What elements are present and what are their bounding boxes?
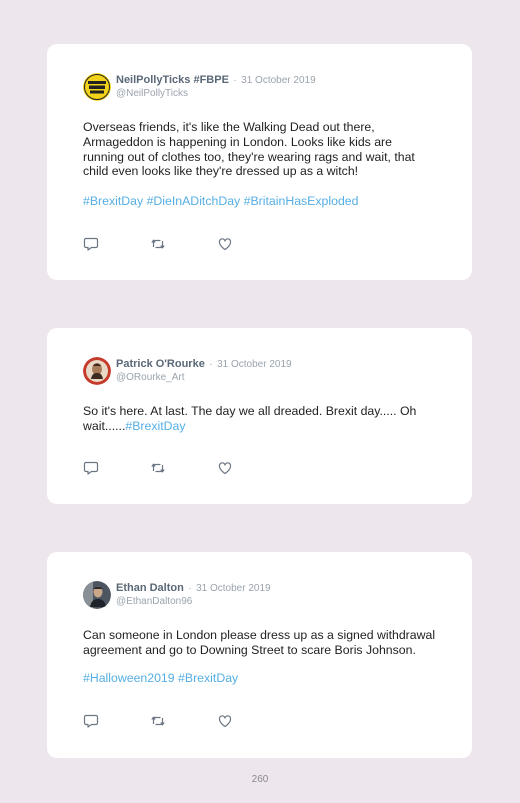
- hashtag-link[interactable]: #BrexitDay: [83, 194, 143, 208]
- tweet-text: Can someone in London please dress up as…: [83, 628, 436, 657]
- retweet-icon[interactable]: [150, 460, 166, 476]
- author-meta: NeilPollyTicks #FBPE · 31 October 2019 @…: [116, 72, 316, 100]
- reply-icon[interactable]: [83, 236, 99, 252]
- hashtag-link[interactable]: #Halloween2019: [83, 671, 175, 685]
- retweet-icon[interactable]: [150, 713, 166, 729]
- separator: ·: [209, 359, 213, 370]
- tweet-text: Overseas friends, it's like the Walking …: [83, 120, 415, 179]
- tweet-text: So it's here. At last. The day we all dr…: [83, 404, 436, 434]
- tweet-header: Ethan Dalton · 31 October 2019 @EthanDal…: [83, 580, 271, 609]
- tweet-card: Patrick O'Rourke · 31 October 2019 @ORou…: [47, 328, 472, 504]
- tweet-date[interactable]: 31 October 2019: [196, 583, 271, 594]
- reply-icon[interactable]: [83, 713, 99, 729]
- tweet-header: NeilPollyTicks #FBPE · 31 October 2019 @…: [83, 72, 316, 101]
- author-handle[interactable]: @EthanDalton96: [116, 595, 271, 608]
- tweet-card: NeilPollyTicks #FBPE · 31 October 2019 @…: [47, 44, 472, 280]
- author-name[interactable]: Patrick O'Rourke: [116, 358, 205, 370]
- tweet-date[interactable]: 31 October 2019: [217, 359, 292, 370]
- author-name[interactable]: NeilPollyTicks #FBPE: [116, 74, 229, 86]
- hashtag-link[interactable]: #BritainHasExploded: [244, 194, 359, 208]
- author-meta: Patrick O'Rourke · 31 October 2019 @ORou…: [116, 356, 292, 384]
- avatar[interactable]: [83, 73, 111, 101]
- reply-icon[interactable]: [83, 460, 99, 476]
- separator: ·: [233, 75, 237, 86]
- tweet-header: Patrick O'Rourke · 31 October 2019 @ORou…: [83, 356, 292, 385]
- page-number: 260: [251, 774, 269, 785]
- separator: ·: [188, 583, 192, 594]
- tweet-date[interactable]: 31 October 2019: [241, 75, 316, 86]
- hashtag-link[interactable]: #BrexitDay: [178, 671, 238, 685]
- avatar[interactable]: [83, 357, 111, 385]
- author-handle[interactable]: @NeilPollyTicks: [116, 87, 316, 100]
- retweet-icon[interactable]: [150, 236, 166, 252]
- tweet-card: Ethan Dalton · 31 October 2019 @EthanDal…: [47, 552, 472, 758]
- author-meta: Ethan Dalton · 31 October 2019 @EthanDal…: [116, 580, 271, 608]
- hashtag-link[interactable]: #DieInADitchDay: [147, 194, 241, 208]
- tweet-actions: [83, 236, 233, 252]
- avatar[interactable]: [83, 581, 111, 609]
- tweet-actions: [83, 713, 233, 729]
- tweet-hashtags: #BrexitDay #DieInADitchDay #BritainHasEx…: [83, 194, 358, 208]
- like-icon[interactable]: [217, 236, 233, 252]
- author-name[interactable]: Ethan Dalton: [116, 582, 184, 594]
- hashtag-link[interactable]: #BrexitDay: [125, 419, 185, 433]
- tweet-hashtags: #Halloween2019 #BrexitDay: [83, 671, 238, 685]
- author-handle[interactable]: @ORourke_Art: [116, 371, 292, 384]
- tweet-actions: [83, 460, 233, 476]
- like-icon[interactable]: [217, 713, 233, 729]
- like-icon[interactable]: [217, 460, 233, 476]
